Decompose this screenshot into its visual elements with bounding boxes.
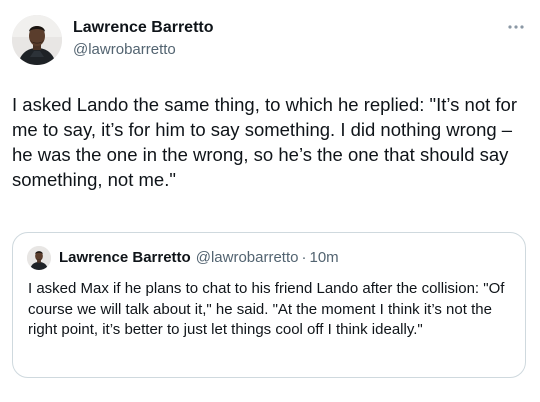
tweet-text: I asked Lando the same thing, to which h… <box>12 94 518 190</box>
separator-dot: · <box>301 249 307 266</box>
author-name[interactable]: Lawrence Barretto <box>73 19 214 37</box>
quoted-author-handle[interactable]: @lawrobarretto <box>196 249 299 266</box>
author-handle[interactable]: @lawrobarretto <box>73 41 176 58</box>
quoted-tweet-header: Lawrence Barretto @lawrobarretto · 10m <box>59 249 339 266</box>
quoted-author-name[interactable]: Lawrence Barretto <box>59 249 191 266</box>
tweet-card: Lawrence Barretto @lawrobarretto I asked… <box>0 0 540 402</box>
author-avatar[interactable] <box>12 15 62 65</box>
more-options-button[interactable] <box>503 18 529 36</box>
more-horizontal-icon <box>508 25 524 29</box>
quoted-tweet[interactable]: Lawrence Barretto @lawrobarretto · 10m I as… <box>12 232 526 378</box>
quoted-tweet-text: I asked Max if he plans to chat to his f… <box>28 280 505 338</box>
quoted-timestamp[interactable]: 10m <box>310 249 339 266</box>
quoted-author-avatar[interactable] <box>27 246 51 270</box>
